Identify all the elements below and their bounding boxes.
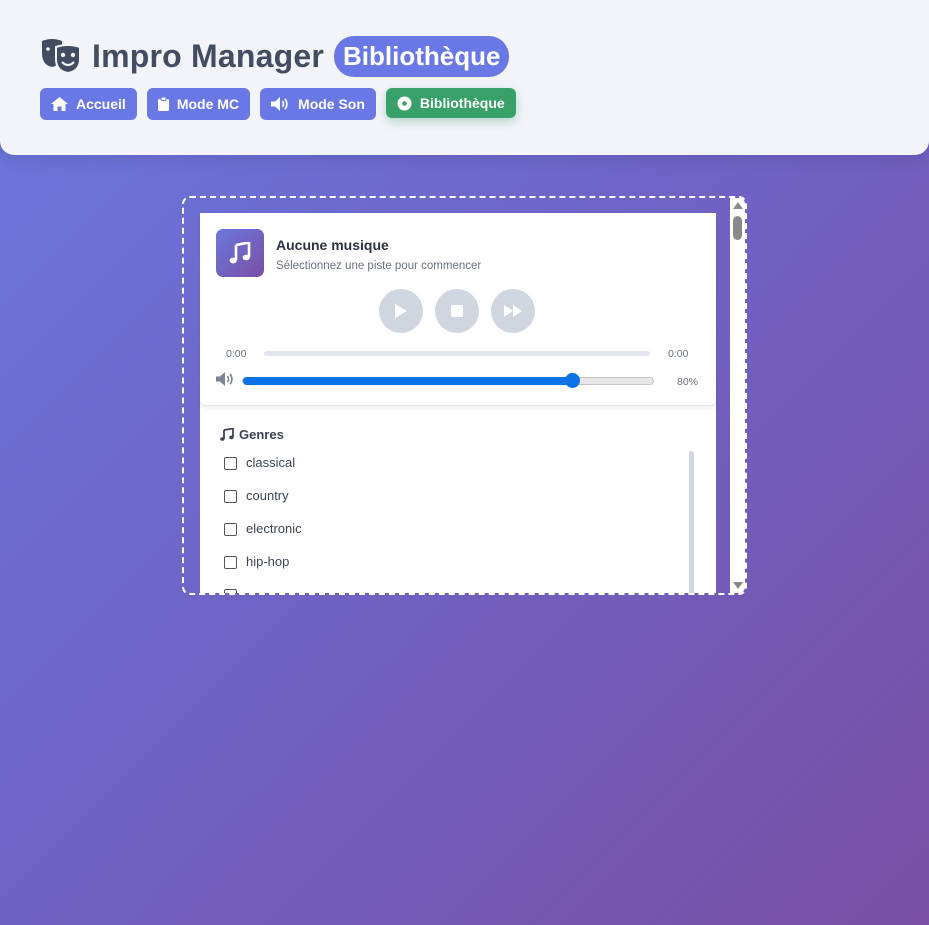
home-icon bbox=[51, 97, 68, 111]
genre-item-hip-hop[interactable]: hip-hop bbox=[224, 554, 684, 587]
stop-button[interactable] bbox=[435, 289, 479, 333]
library-panel: Aucune musique Sélectionnez une piste po… bbox=[182, 196, 747, 595]
volume-slider-fill bbox=[243, 377, 573, 385]
album-art bbox=[216, 229, 264, 277]
genre-checkbox[interactable] bbox=[224, 457, 237, 470]
nav-accueil-button[interactable]: Accueil bbox=[40, 88, 137, 120]
music-note-icon bbox=[229, 242, 251, 264]
audio-player: Aucune musique Sélectionnez une piste po… bbox=[200, 213, 716, 406]
scrollbar-thumb[interactable] bbox=[733, 216, 742, 240]
volume-percent: 80% bbox=[677, 376, 699, 388]
title-row: Impro Manager Bibliothèque bbox=[40, 36, 510, 77]
nav-mode-mc-label: Mode MC bbox=[176, 96, 240, 112]
genre-list: classical country electronic hip-hop bbox=[224, 455, 684, 593]
scroll-up-icon[interactable] bbox=[733, 202, 743, 209]
volume-slider[interactable] bbox=[242, 377, 654, 385]
nav-accueil-label: Accueil bbox=[76, 96, 126, 112]
page-badge: Bibliothèque bbox=[333, 36, 510, 77]
main-nav: Accueil Mode MC Mode Son Bibliothèque bbox=[40, 88, 526, 120]
genre-label: classical bbox=[246, 455, 296, 470]
track-subtitle: Sélectionnez une piste pour commencer bbox=[276, 260, 482, 272]
theater-masks-icon bbox=[42, 38, 81, 74]
nav-bibliotheque-label: Bibliothèque bbox=[419, 95, 505, 111]
progress-bar[interactable] bbox=[264, 351, 650, 356]
nav-bibliotheque-button[interactable]: Bibliothèque bbox=[385, 88, 516, 118]
genre-checkbox[interactable] bbox=[224, 589, 237, 593]
volume-icon[interactable] bbox=[216, 372, 235, 386]
genre-label: electronic bbox=[246, 521, 302, 536]
genre-checkbox[interactable] bbox=[224, 490, 237, 503]
music-note-icon bbox=[220, 428, 234, 441]
genres-heading: Genres bbox=[220, 427, 284, 442]
genre-list-scrollbar[interactable] bbox=[689, 451, 694, 593]
genre-item-classical[interactable]: classical bbox=[224, 455, 684, 488]
scroll-down-icon[interactable] bbox=[733, 582, 743, 589]
play-icon bbox=[395, 304, 407, 318]
genre-item-partial[interactable] bbox=[224, 587, 684, 593]
genre-item-electronic[interactable]: electronic bbox=[224, 521, 684, 554]
genre-checkbox[interactable] bbox=[224, 556, 237, 569]
genre-label: hip-hop bbox=[246, 554, 290, 569]
panel-scrollbar[interactable] bbox=[730, 198, 745, 593]
fast-forward-icon bbox=[504, 305, 522, 317]
fast-forward-button[interactable] bbox=[491, 289, 535, 333]
stop-icon bbox=[451, 305, 463, 317]
library-scroll-area: Aucune musique Sélectionnez une piste po… bbox=[184, 198, 730, 593]
genre-label: country bbox=[246, 488, 289, 503]
nav-mode-mc-button[interactable]: Mode MC bbox=[146, 88, 251, 120]
time-current: 0:00 bbox=[226, 348, 247, 360]
time-total: 0:00 bbox=[668, 348, 689, 360]
app-header: Impro Manager Bibliothèque Accueil Mode … bbox=[0, 0, 929, 155]
clipboard-icon bbox=[157, 97, 169, 111]
track-title: Aucune musique bbox=[276, 237, 389, 253]
nav-mode-son-button[interactable]: Mode Son bbox=[260, 88, 376, 120]
genre-item-country[interactable]: country bbox=[224, 488, 684, 521]
disc-icon bbox=[397, 96, 412, 110]
nav-mode-son-label: Mode Son bbox=[298, 96, 365, 112]
app-title: Impro Manager bbox=[92, 38, 324, 74]
volume-icon bbox=[271, 97, 288, 111]
genres-title: Genres bbox=[239, 427, 284, 442]
genre-checkbox[interactable] bbox=[224, 523, 237, 536]
play-button[interactable] bbox=[379, 289, 423, 333]
volume-slider-handle[interactable] bbox=[565, 373, 580, 388]
